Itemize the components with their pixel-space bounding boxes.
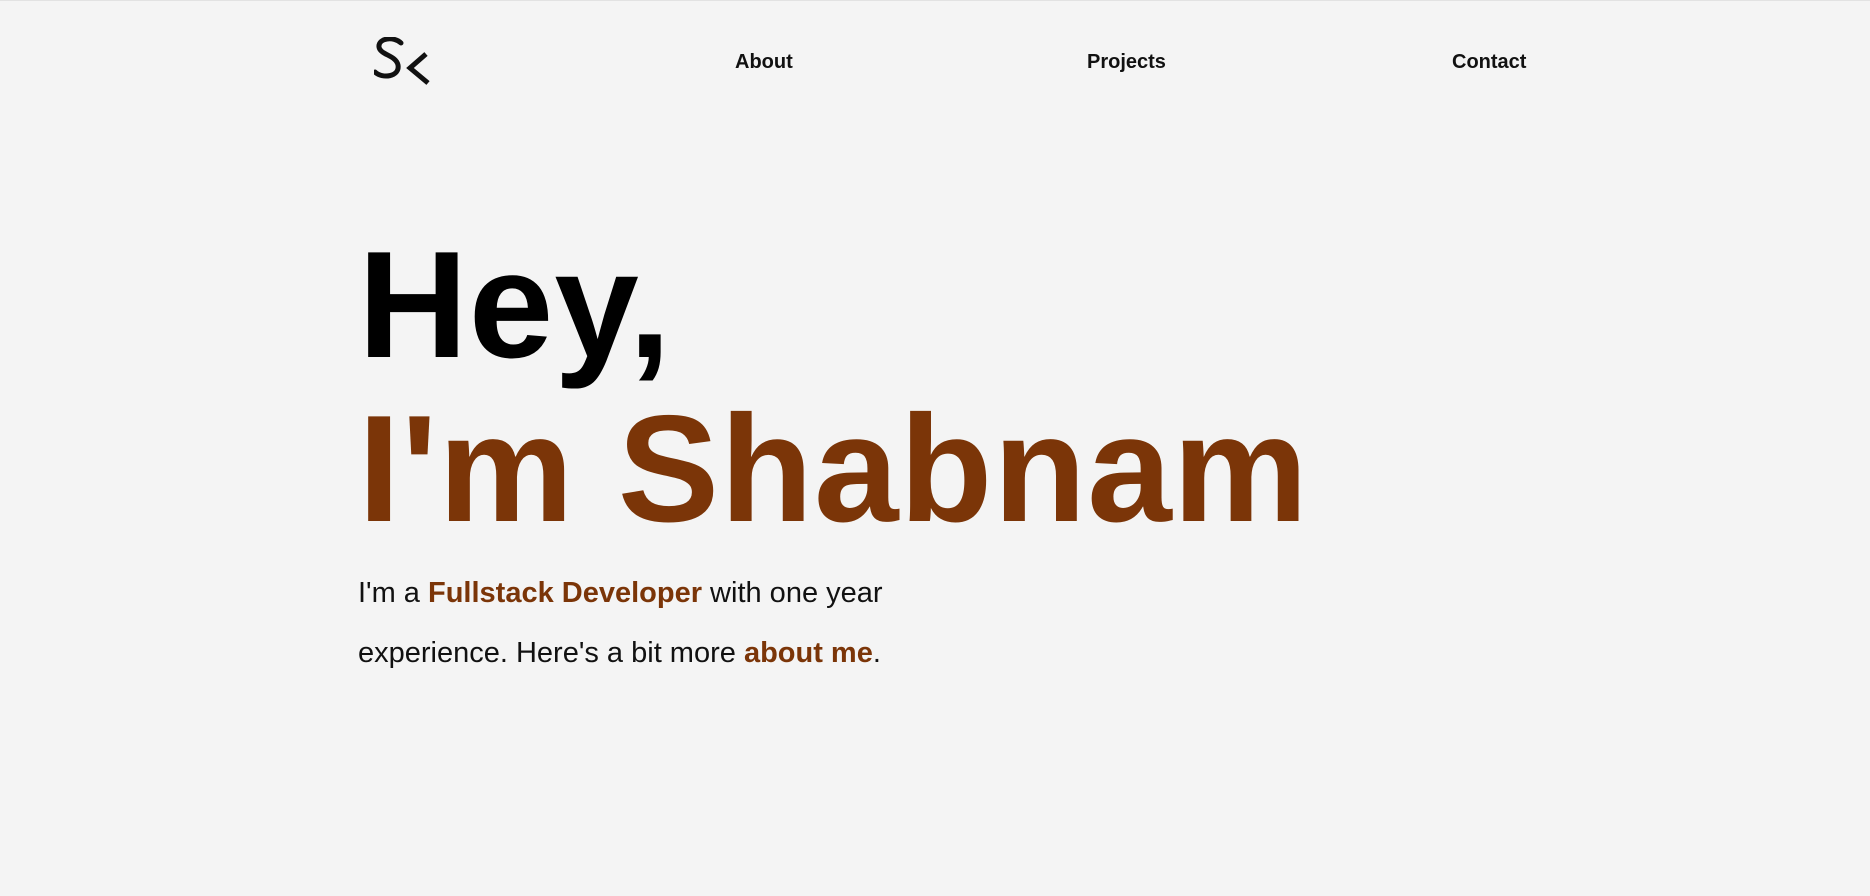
sk-logo[interactable] (374, 37, 432, 85)
role-highlight: Fullstack Developer (428, 577, 702, 609)
intro-paragraph: I'm a Fullstack Developer with one year … (358, 563, 978, 683)
intro-text-start: I'm a (358, 577, 428, 609)
hero-heading: Hey, I'm Shabnam (358, 223, 1309, 551)
navbar: About Projects Contact (0, 1, 1870, 131)
hero-greeting: Hey, (358, 220, 672, 390)
nav-link-about[interactable]: About (735, 51, 793, 74)
about-me-link[interactable]: about me (744, 637, 873, 669)
page: About Projects Contact Hey, I'm Shabnam … (0, 0, 1870, 896)
nav-link-projects[interactable]: Projects (1087, 51, 1166, 74)
nav-link-contact[interactable]: Contact (1452, 51, 1526, 74)
intro-text-end: . (872, 637, 881, 669)
hero-name: I'm Shabnam (358, 384, 1309, 554)
